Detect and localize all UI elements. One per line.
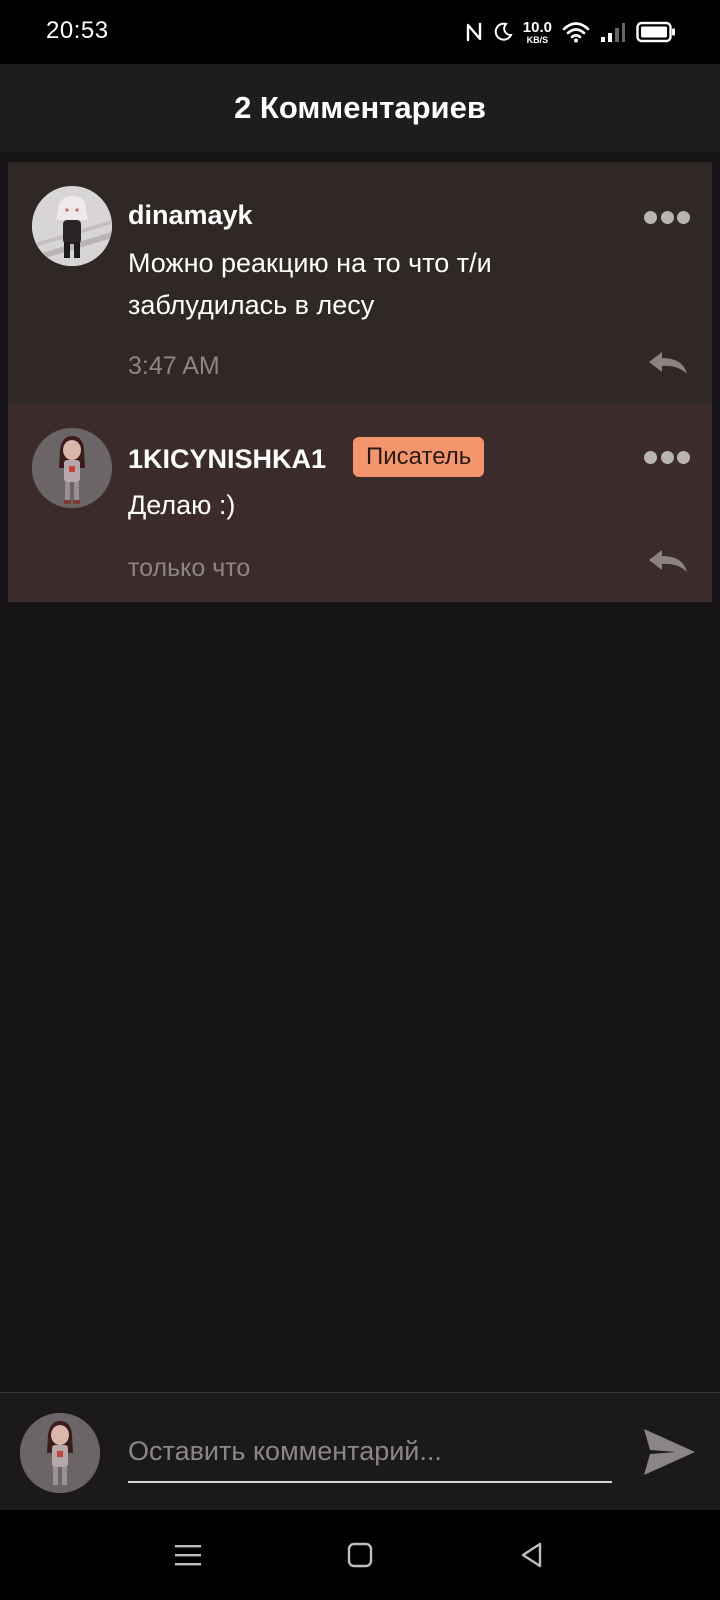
comment-input[interactable]: Оставить комментарий...	[128, 1421, 612, 1483]
comment-item: 1KICYNISHKA1 Писатель Делаю :) только чт…	[8, 404, 712, 602]
more-options-icon[interactable]	[644, 210, 690, 224]
status-bar: 20:53 10.0 KB/S	[0, 0, 720, 64]
author-badge: Писатель	[353, 437, 485, 477]
net-speed-unit: KB/S	[526, 34, 549, 45]
reply-icon[interactable]	[646, 546, 690, 576]
nfc-icon	[465, 21, 483, 43]
comment-username[interactable]: 1KICYNISHKA1	[128, 444, 326, 475]
wifi-icon	[562, 21, 590, 43]
signal-icon	[600, 21, 626, 43]
battery-icon	[636, 21, 676, 43]
more-options-icon[interactable]	[644, 450, 690, 464]
status-icons: 10.0 KB/S	[465, 16, 676, 48]
avatar[interactable]	[32, 428, 112, 508]
send-icon[interactable]	[640, 1423, 698, 1481]
reply-icon[interactable]	[646, 348, 690, 378]
avatar[interactable]	[32, 186, 112, 266]
comment-input-bar: Оставить комментарий...	[0, 1392, 720, 1510]
menu-icon[interactable]	[172, 1539, 204, 1571]
comment-text: Делаю :)	[128, 490, 236, 520]
home-icon[interactable]	[344, 1539, 376, 1571]
do-not-disturb-moon-icon	[493, 22, 513, 42]
header: 2 Комментариев	[0, 64, 720, 152]
comment-timestamp: только что	[128, 554, 251, 582]
comment-text: Можно реакцию на то что т/и заблудилась …	[128, 248, 492, 320]
back-icon[interactable]	[516, 1539, 548, 1571]
system-nav-bar	[0, 1510, 720, 1600]
comment-item: dinamayk Можно реакцию на то что т/и заб…	[8, 162, 712, 404]
comment-username[interactable]: dinamayk	[128, 200, 253, 231]
avatar	[20, 1413, 100, 1493]
net-speed-value: 10.0	[522, 18, 552, 36]
comment-timestamp: 3:47 AM	[128, 352, 220, 380]
network-speed: 10.0 KB/S	[523, 20, 552, 45]
status-time: 20:53	[46, 17, 109, 44]
page-title: 2 Комментариев	[234, 90, 486, 125]
